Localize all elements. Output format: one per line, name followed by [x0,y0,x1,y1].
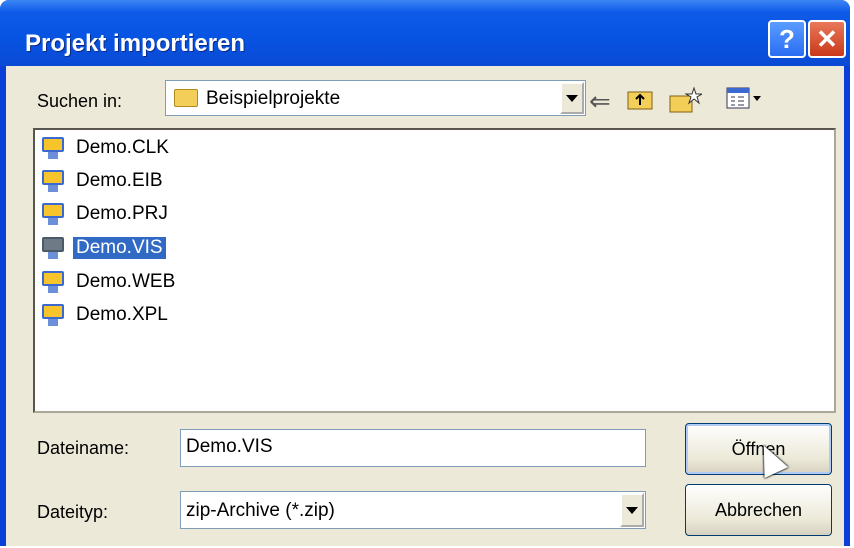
project-icon [40,269,68,295]
project-icon [40,135,68,161]
look-in-label: Suchen in: [37,91,123,111]
project-icon [40,201,68,227]
view-menu-icon[interactable] [726,86,764,116]
filename-label: Dateiname: [37,438,130,458]
project-icon [40,302,68,328]
dialog-title: Projekt importieren [25,30,246,57]
filetype-value: zip-Archive (*.zip) [186,500,335,521]
file-name: Demo.XPL [76,304,168,325]
chevron-down-icon [626,506,638,514]
file-name: Demo.EIB [76,170,163,191]
look-in-dropdown[interactable]: Beispielprojekte [165,80,586,116]
new-folder-icon[interactable] [668,86,704,116]
file-name: Demo.VIS [73,237,166,259]
dialog-client: Suchen in: Beispielprojekte ⇐ Demo.CLK D… [6,66,844,546]
project-icon [40,168,68,194]
file-name: Demo.WEB [76,271,176,292]
close-button[interactable]: ✕ [808,20,846,58]
help-button[interactable]: ? [768,20,806,58]
chevron-down-icon [566,94,578,102]
dialog-window: Projekt importieren ? ✕ Suchen in: Beisp… [0,0,850,546]
cancel-button[interactable]: Abbrechen [685,484,832,536]
list-item[interactable]: Demo.PRJ [40,200,171,228]
look-in-dropdown-arrow[interactable] [560,82,584,114]
title-bar[interactable]: Projekt importieren ? ✕ [0,0,850,66]
project-icon [40,235,68,261]
folder-icon [174,89,198,107]
file-name: Demo.PRJ [76,203,168,224]
list-item-selected[interactable]: Demo.VIS [40,234,166,262]
list-item[interactable]: Demo.WEB [40,268,178,296]
list-item[interactable]: Demo.CLK [40,134,172,162]
look-in-value: Beispielprojekte [206,88,341,109]
filename-field[interactable]: Demo.VIS [180,429,646,467]
up-folder-icon[interactable] [626,86,654,116]
filetype-dropdown[interactable]: zip-Archive (*.zip) [180,491,646,529]
file-name: Demo.CLK [76,137,169,158]
back-arrow-icon[interactable]: ⇐ [589,86,611,116]
file-list[interactable]: Demo.CLK Demo.EIB Demo.PRJ Demo.VIS Demo… [33,128,836,413]
list-item[interactable]: Demo.EIB [40,167,166,195]
list-item[interactable]: Demo.XPL [40,301,171,329]
filetype-dropdown-arrow[interactable] [620,493,644,527]
filetype-label: Dateityp: [37,502,109,522]
